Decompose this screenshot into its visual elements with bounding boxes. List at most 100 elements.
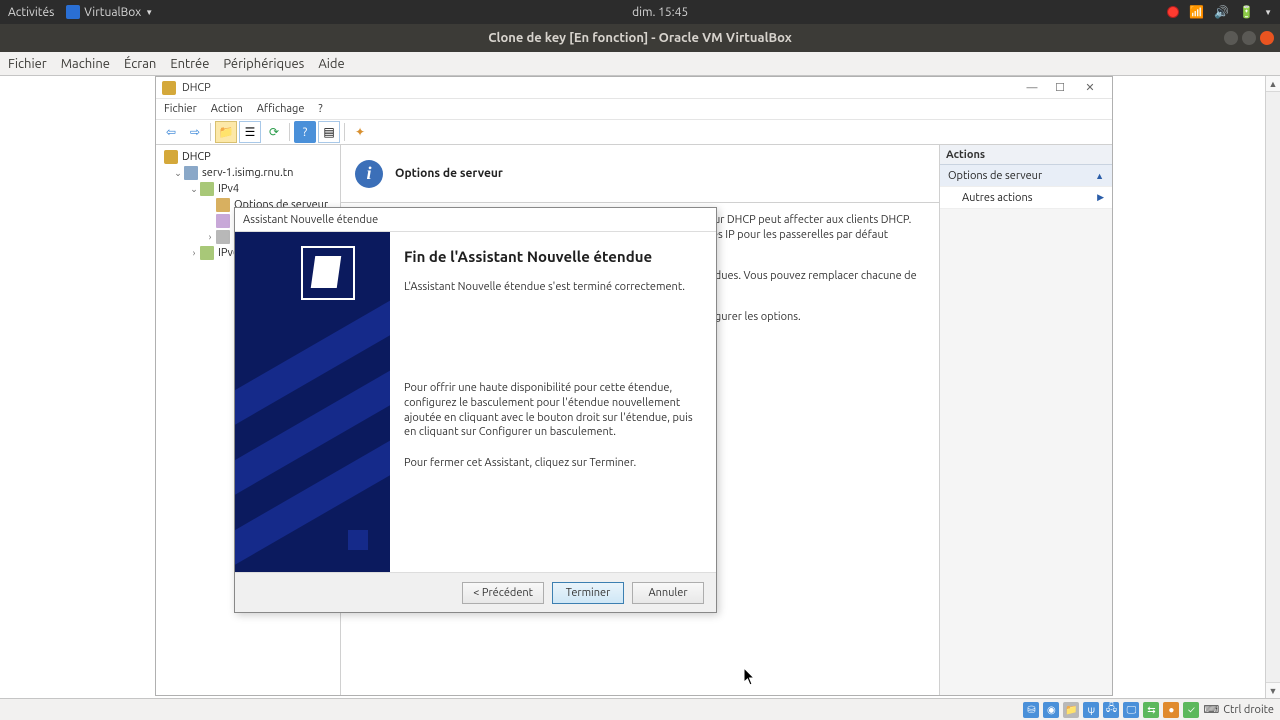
scroll-up-icon[interactable]: ▲ <box>1266 76 1280 92</box>
tree-server[interactable]: ⌄ serv-1.isimg.rnu.tn <box>160 165 336 181</box>
hd-icon[interactable]: ⛁ <box>1023 702 1039 718</box>
close-button[interactable] <box>1260 31 1274 45</box>
guest-display: ▲ ▼ DHCP — ☐ ✕ Fichier Action Affichage … <box>0 76 1280 720</box>
finish-button[interactable]: Terminer <box>552 582 624 604</box>
forward-button[interactable]: ⇨ <box>184 121 206 143</box>
keyboard-icon[interactable]: ⌨ <box>1203 703 1219 716</box>
minimize-button[interactable] <box>1224 31 1238 45</box>
display-icon[interactable]: 🖵 <box>1123 702 1139 718</box>
menu-help[interactable]: ? <box>318 103 322 115</box>
volume-icon[interactable]: 🔊 <box>1214 5 1229 19</box>
ipv4-icon <box>200 182 214 196</box>
wizard-heading: Fin de l'Assistant Nouvelle étendue <box>404 248 702 266</box>
menu-ecran[interactable]: Écran <box>124 57 156 71</box>
wizard-text: Pour offrir une haute disponibilité pour… <box>404 381 702 440</box>
center-header: i Options de serveur <box>341 145 939 203</box>
wizard-titlebar[interactable]: Assistant Nouvelle étendue <box>235 208 716 232</box>
menu-action[interactable]: Action <box>211 103 243 115</box>
refresh-icon[interactable]: ⟳ <box>263 121 285 143</box>
cd-icon[interactable]: ◉ <box>1043 702 1059 718</box>
hostkey: Ctrl droite <box>1223 704 1274 716</box>
help-icon[interactable]: ? <box>294 121 316 143</box>
wizard-text: Pour fermer cet Assistant, cliquez sur T… <box>404 456 702 471</box>
expand-icon[interactable]: › <box>204 232 216 242</box>
strategies-icon <box>216 214 230 228</box>
menu-entree[interactable]: Entrée <box>170 57 209 71</box>
dhcp-menubar: Fichier Action Affichage ? <box>156 99 1112 119</box>
wizard-text: L'Assistant Nouvelle étendue s'est termi… <box>404 280 702 295</box>
menu-machine[interactable]: Machine <box>61 57 110 71</box>
app-name: VirtualBox <box>84 6 141 19</box>
shared-icon[interactable]: ⇆ <box>1143 702 1159 718</box>
list-icon[interactable]: ▤ <box>318 121 340 143</box>
wizard-dialog: Assistant Nouvelle étendue Fin de l'Assi… <box>234 207 717 613</box>
clock[interactable]: dim. 15:45 <box>153 6 1167 19</box>
tree-root-dhcp[interactable]: DHCP <box>160 149 336 165</box>
vbox-menu: Fichier Machine Écran Entrée Périphériqu… <box>0 52 1280 76</box>
back-button[interactable]: ⇦ <box>160 121 182 143</box>
expand-icon[interactable]: › <box>188 248 200 258</box>
menu-fichier[interactable]: Fichier <box>8 57 47 71</box>
actions-panel: Actions Options de serveur ▲ Autres acti… <box>940 145 1112 695</box>
chevron-right-icon: ▶ <box>1097 192 1104 203</box>
menu-peripheriques[interactable]: Périphériques <box>223 57 304 71</box>
ipv6-icon <box>200 246 214 260</box>
action-label: Autres actions <box>948 192 1033 204</box>
folder-up-icon[interactable]: 📁 <box>215 121 237 143</box>
maximize-button[interactable] <box>1242 31 1256 45</box>
wizard-banner <box>235 232 390 572</box>
record-icon[interactable]: ● <box>1163 702 1179 718</box>
dhcp-window-title: DHCP <box>182 82 211 94</box>
app-menu[interactable]: VirtualBox ▼ <box>66 5 153 19</box>
scroll-down-icon[interactable]: ▼ <box>1266 682 1280 698</box>
close-button[interactable]: ✕ <box>1074 79 1106 97</box>
network-icon[interactable]: 📶 <box>1189 5 1204 19</box>
wizard-icon[interactable]: ✦ <box>349 121 371 143</box>
info-icon: i <box>355 160 383 188</box>
virtualbox-icon <box>66 5 80 19</box>
wizard-button-row: < Précédent Terminer Annuler <box>235 572 716 612</box>
actions-header: Actions <box>940 145 1112 165</box>
maximize-button[interactable]: ☐ <box>1046 79 1074 97</box>
wizard-content: Fin de l'Assistant Nouvelle étendue L'As… <box>390 232 716 572</box>
action-autres[interactable]: Autres actions ▶ <box>940 187 1112 209</box>
menu-affichage[interactable]: Affichage <box>257 103 305 115</box>
chevron-down-icon: ▼ <box>145 8 153 17</box>
collapse-icon[interactable]: ⌄ <box>172 168 184 179</box>
back-button[interactable]: < Précédent <box>462 582 544 604</box>
action-options-serveur[interactable]: Options de serveur ▲ <box>940 165 1112 187</box>
vbox-titlebar: Clone de key [En fonction] - Oracle VM V… <box>0 24 1280 52</box>
tree-label: DHCP <box>182 151 211 163</box>
ubuntu-top-bar: Activités VirtualBox ▼ dim. 15:45 📶 🔊 🔋 … <box>0 0 1280 24</box>
tree-label: serv-1.isimg.rnu.tn <box>202 167 293 179</box>
document-stack-icon <box>301 246 355 300</box>
options-icon <box>216 198 230 212</box>
vbox-statusbar: ⛁ ◉ 📁 ψ 🖧 🖵 ⇆ ● ✓ ⌨ Ctrl droite <box>0 698 1280 720</box>
dhcp-toolbar: ⇦ ⇨ 📁 ☰ ⟳ ? ▤ ✦ <box>156 119 1112 145</box>
cancel-button[interactable]: Annuler <box>632 582 704 604</box>
system-menu-icon[interactable]: ▼ <box>1264 8 1272 17</box>
action-label: Options de serveur <box>948 170 1042 182</box>
server-icon <box>184 166 198 180</box>
chevron-up-icon: ▲ <box>1095 171 1104 181</box>
battery-icon[interactable]: 🔋 <box>1239 5 1254 19</box>
network-icon[interactable]: 🖧 <box>1103 702 1119 718</box>
activities-button[interactable]: Activités <box>8 6 54 19</box>
tree-ipv4[interactable]: ⌄ IPv4 <box>160 181 336 197</box>
folder-icon[interactable]: 📁 <box>1063 702 1079 718</box>
filter-icon <box>216 230 230 244</box>
properties-icon[interactable]: ☰ <box>239 121 261 143</box>
vertical-scrollbar[interactable]: ▲ ▼ <box>1265 76 1280 698</box>
usb-icon[interactable]: ψ <box>1083 702 1099 718</box>
vbox-window-title: Clone de key [En fonction] - Oracle VM V… <box>488 31 792 45</box>
menu-fichier[interactable]: Fichier <box>164 103 197 115</box>
dhcp-icon <box>164 150 178 164</box>
dhcp-app-icon <box>162 81 176 95</box>
dhcp-titlebar[interactable]: DHCP — ☐ ✕ <box>156 77 1112 99</box>
record-icon[interactable] <box>1167 6 1179 18</box>
menu-aide[interactable]: Aide <box>318 57 344 71</box>
collapse-icon[interactable]: ⌄ <box>188 184 200 195</box>
tree-label: IPv4 <box>218 183 239 195</box>
minimize-button[interactable]: — <box>1018 79 1046 97</box>
guest-additions-icon[interactable]: ✓ <box>1183 702 1199 718</box>
